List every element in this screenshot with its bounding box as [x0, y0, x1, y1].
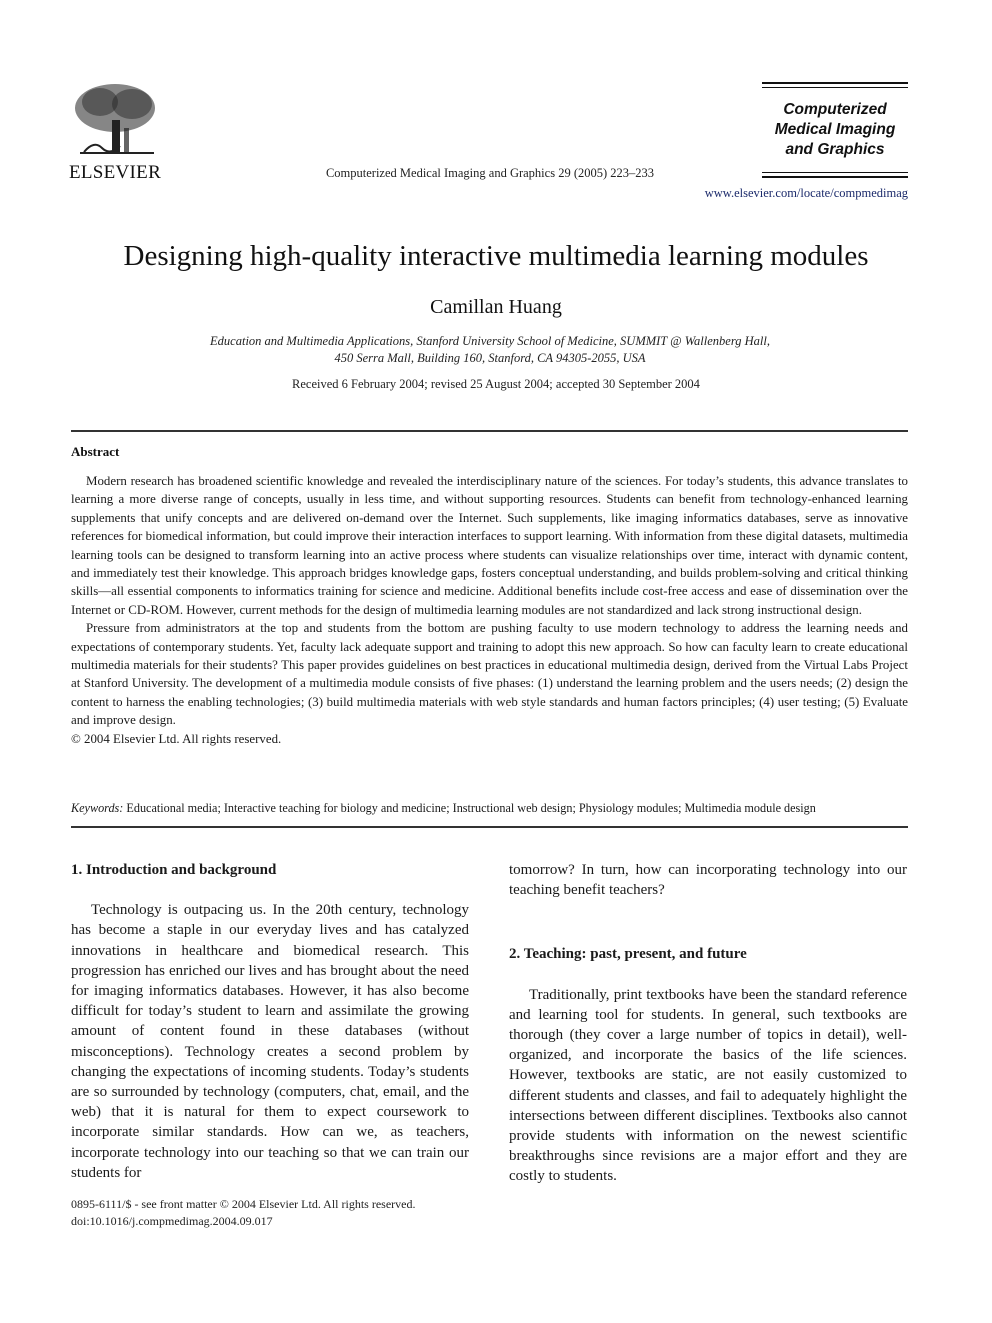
elsevier-logo: ELSEVIER [68, 82, 162, 183]
issn-line: 0895-6111/$ - see front matter © 2004 El… [71, 1197, 416, 1211]
abstract-paragraph: Modern research has broadened scientific… [71, 474, 908, 617]
abstract-top-divider [71, 430, 908, 432]
body-paragraph: Traditionally, print textbooks have been… [509, 986, 907, 1185]
journal-url-link[interactable]: www.elsevier.com/locate/compmedimag [640, 186, 908, 201]
section-heading: 2. Teaching: past, present, and future [509, 946, 747, 963]
section-heading: 1. Introduction and background [71, 862, 277, 878]
divider [762, 172, 908, 173]
left-column: 1. Introduction and background Technolog… [71, 860, 469, 1183]
affiliation-line: 450 Serra Mall, Building 160, Stanford, … [334, 351, 646, 365]
journal-name-line: and Graphics [785, 141, 885, 158]
divider [762, 176, 908, 178]
abstract-heading: Abstract [71, 444, 120, 459]
abstract-bottom-divider [71, 826, 908, 828]
journal-name-line: Computerized [783, 101, 887, 118]
keywords: Keywords: Educational media; Interactive… [71, 801, 908, 816]
body-paragraph: tomorrow? In turn, how can incorporating… [509, 862, 907, 899]
body-paragraph: Technology is outpacing us. In the 20th … [71, 902, 469, 1181]
keywords-label: Keywords: [71, 801, 124, 815]
journal-title-box: Computerized Medical Imaging and Graphic… [762, 82, 908, 178]
abstract-body: Modern research has broadened scientific… [71, 472, 908, 748]
journal-name: Computerized Medical Imaging and Graphic… [762, 88, 908, 172]
author-affiliation: Education and Multimedia Applications, S… [100, 333, 880, 367]
affiliation-line: Education and Multimedia Applications, S… [210, 334, 770, 348]
article-dates: Received 6 February 2004; revised 25 Aug… [292, 377, 700, 391]
front-matter-footnote: 0895-6111/$ - see front matter © 2004 El… [71, 1196, 491, 1229]
elsevier-tree-icon [75, 84, 155, 154]
abstract-copyright: © 2004 Elsevier Ltd. All rights reserved… [71, 731, 282, 746]
journal-name-line: Medical Imaging [774, 121, 896, 138]
abstract-paragraph: Pressure from administrators at the top … [71, 621, 908, 728]
doi-link[interactable]: doi:10.1016/j.compmedimag.2004.09.017 [71, 1213, 491, 1230]
author-name: Camillan Huang [430, 296, 562, 318]
journal-citation: Computerized Medical Imaging and Graphic… [325, 166, 655, 180]
publisher-logo-text: ELSEVIER [68, 162, 162, 183]
right-column: tomorrow? In turn, how can incorporating… [509, 860, 907, 1187]
keywords-list: Educational media; Interactive teaching … [126, 801, 816, 815]
divider [762, 82, 908, 84]
article-title: Designing high-quality interactive multi… [123, 240, 869, 272]
